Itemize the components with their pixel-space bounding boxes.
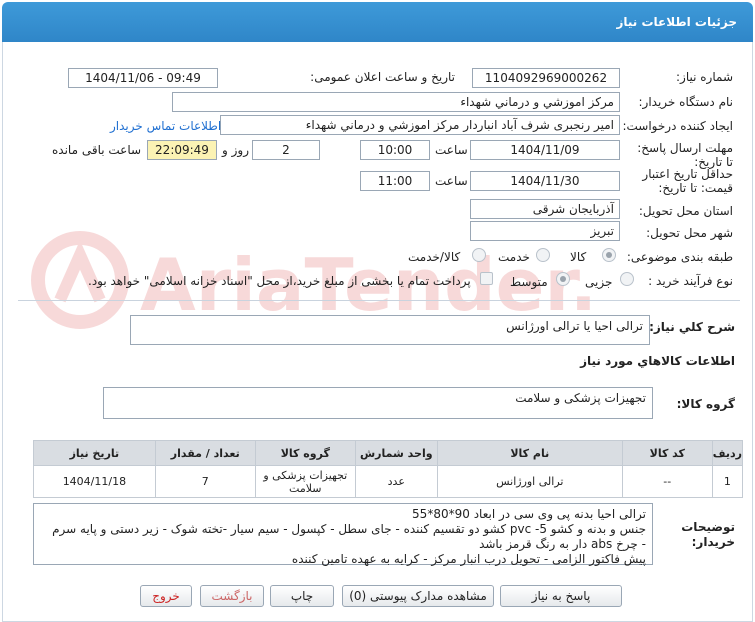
category-option-goods: کالا	[570, 250, 587, 264]
validity-date-field: 1404/11/30	[470, 171, 620, 191]
days-field: 2	[252, 140, 320, 160]
table-row[interactable]: 1 -- ترالی اورژانس عدد تجهیزات پزشکی و س…	[33, 465, 744, 498]
goods-info-title: اطلاعات كالاهاي مورد نياز	[580, 354, 735, 368]
category-radio-goods[interactable]	[602, 248, 616, 262]
section-divider	[18, 300, 740, 301]
payment-note: پرداخت تمام یا بخشی از مبلغ خرید،از محل …	[88, 274, 471, 288]
requester-label: ایجاد کننده درخواست:	[622, 119, 733, 133]
items-table: ردیف کد کالا نام کالا واحد شمارش گروه کا…	[33, 440, 744, 498]
buyer-note-line: ترالی احیا بدنه پی وی سی در ابعاد 90*80*…	[412, 507, 646, 521]
process-option-medium: متوسط	[510, 275, 548, 289]
province-field: آذربایجان شرقی	[470, 199, 620, 219]
contact-buyer-link[interactable]: اطلاعات تماس خریدار	[110, 119, 221, 133]
deadline-time-field: 10:00	[360, 140, 430, 160]
buyer-note-line: جنس و بدنه و کشو pvc -5 کشو دو تقسیم کنن…	[52, 522, 646, 536]
city-field: تبریز	[470, 221, 620, 241]
back-button[interactable]: بازگشت	[200, 585, 264, 607]
city-label: شهر محل تحویل:	[646, 226, 733, 240]
validity-hour-label: ساعت	[435, 174, 468, 188]
category-label: طبقه بندی موضوعی:	[626, 250, 733, 264]
col-qty: تعداد / مقدار	[154, 440, 256, 466]
cell-row: 1	[711, 465, 744, 498]
announce-datetime-field: 1404/11/06 - 09:49	[68, 68, 218, 88]
col-code: کد کالا	[621, 440, 713, 466]
buyer-notes-label: توضیحات خریدار:	[681, 520, 735, 549]
province-label: استان محل تحویل:	[638, 204, 733, 218]
validity-time-field: 11:00	[360, 171, 430, 191]
general-desc-field: ترالی احیا یا ترالی اورژانس	[130, 315, 650, 345]
process-radio-minor[interactable]	[620, 272, 634, 286]
cell-unit: عدد	[354, 465, 438, 498]
announce-datetime-label: تاریخ و ساعت اعلان عمومی:	[310, 70, 455, 84]
page-header: جزئیات اطلاعات نیاز	[2, 2, 753, 42]
deadline-hour-label: ساعت	[435, 143, 468, 157]
process-option-minor: جزیی	[585, 275, 613, 289]
day-and-label: روز و	[222, 143, 249, 157]
print-button[interactable]: چاپ	[270, 585, 334, 607]
category-radio-goods-service[interactable]	[472, 248, 486, 262]
remaining-time-field: 22:09:49	[147, 140, 217, 160]
buyer-note-line: - چرخ abs دار به رنگ قرمز باشد	[479, 537, 646, 551]
goods-group-field: تجهیزات پزشکی و سلامت	[103, 387, 653, 419]
remaining-label: ساعت باقی مانده	[52, 143, 142, 157]
col-group: گروه کالا	[254, 440, 356, 466]
col-unit: واحد شمارش	[354, 440, 438, 466]
col-row: ردیف	[711, 440, 744, 466]
category-option-goods-service: کالا/خدمت	[408, 250, 461, 264]
deadline-label: مهلت ارسال پاسخ: تا تاریخ:	[637, 141, 733, 169]
page-title: جزئیات اطلاعات نیاز	[616, 15, 737, 29]
category-radio-service[interactable]	[536, 248, 550, 262]
cell-group: تجهیزات پزشکی و سلامت	[254, 465, 356, 498]
table-header-row: ردیف کد کالا نام کالا واحد شمارش گروه کا…	[33, 440, 744, 466]
validity-label: حداقل تاریخ اعتبار قیمت: تا تاریخ:	[642, 167, 733, 195]
exit-button[interactable]: خروج	[140, 585, 192, 607]
treasury-payment-checkbox[interactable]	[480, 272, 493, 285]
col-name: نام کالا	[436, 440, 623, 466]
general-desc-label: شرح کلي نياز:	[649, 320, 735, 334]
cell-code: --	[621, 465, 713, 498]
goods-group-label: گروه کالا:	[676, 397, 735, 411]
attachments-button[interactable]: مشاهده مدارک پیوستی (0)	[342, 585, 494, 607]
process-radio-medium[interactable]	[556, 272, 570, 286]
need-number-label: شماره نیاز:	[676, 70, 733, 84]
cell-date: 1404/11/18	[33, 465, 156, 498]
deadline-date-field: 1404/11/09	[470, 140, 620, 160]
category-option-service: خدمت	[498, 250, 530, 264]
need-number-field: 1104092969000262	[472, 68, 620, 88]
buyer-note-line: پیش فاکتور الزامی - تحویل درب انبار مرکز…	[291, 552, 646, 566]
buyer-org-field: مرکز اموزشي و درماني شهداء	[172, 92, 620, 112]
buyer-notes-field: ترالی احیا بدنه پی وی سی در ابعاد 90*80*…	[33, 503, 653, 566]
cell-name: ترالی اورژانس	[436, 465, 623, 498]
cell-qty: 7	[154, 465, 256, 498]
process-type-label: نوع فرآیند خرید :	[648, 274, 733, 288]
buyer-org-label: نام دستگاه خریدار:	[638, 95, 734, 109]
requester-field: امیر رنجبری شرف آباد انباردار مرکز اموزش…	[220, 115, 620, 135]
col-date: تاریخ نیاز	[33, 440, 156, 466]
reply-button[interactable]: پاسخ به نیاز	[500, 585, 622, 607]
